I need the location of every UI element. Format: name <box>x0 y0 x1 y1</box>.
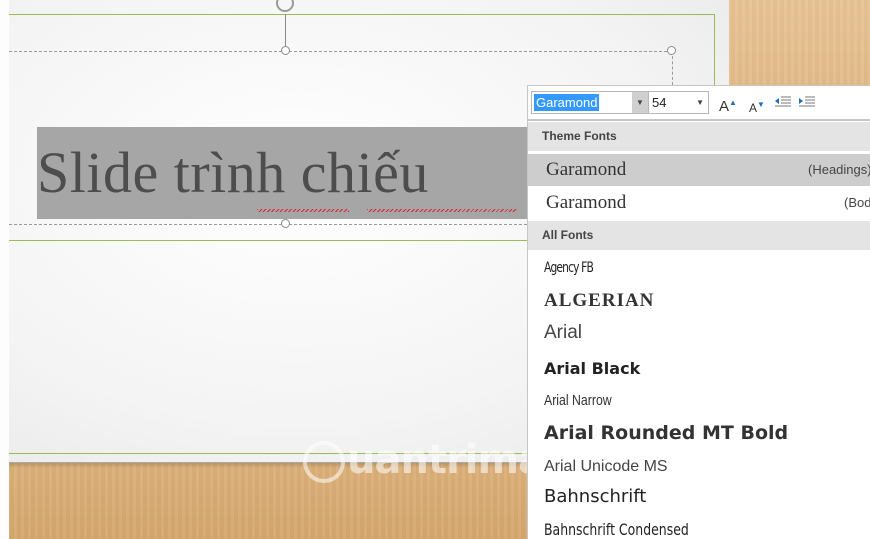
theme-font-name: Garamond <box>546 159 627 180</box>
theme-font-name: Garamond <box>546 192 627 213</box>
shrink-font-label: A <box>749 101 758 115</box>
rotate-stem <box>285 14 286 46</box>
spell-check-underline <box>367 209 517 212</box>
font-item-bahnschrift-condensed[interactable]: Bahnschrift Condensed <box>544 520 689 539</box>
theme-font-headings[interactable]: Garamond (Headings) <box>528 154 870 186</box>
decrease-arrow-icon: ▼ <box>757 100 765 109</box>
increase-arrow-icon: ▲ <box>729 98 737 107</box>
font-size-value[interactable]: 54 <box>652 94 666 111</box>
shrink-font-button[interactable]: A▼ <box>749 94 765 115</box>
font-dropdown-arrow-icon[interactable]: ▼ <box>632 92 648 113</box>
mini-toolbar: Garamond ▼ 54 ▼ A▲ A▼ <box>527 85 870 120</box>
theme-font-body[interactable]: Garamond (Body) <box>528 187 870 219</box>
resize-handle-top-right[interactable] <box>667 46 676 55</box>
font-item-arial-unicode-ms[interactable]: Arial Unicode MS <box>544 458 668 476</box>
decrease-indent-icon[interactable] <box>774 96 792 108</box>
grow-font-button[interactable]: A▲ <box>719 92 737 115</box>
increase-indent-icon[interactable] <box>798 96 816 108</box>
resize-handle-top[interactable] <box>281 46 290 55</box>
font-name-value[interactable]: Garamond <box>534 94 600 111</box>
font-item-arial-black[interactable]: Arial Black <box>544 359 640 378</box>
slide-accent-title-bottom <box>9 240 529 241</box>
font-size-dropdown-arrow-icon[interactable]: ▼ <box>696 92 704 113</box>
theme-font-role: (Body) <box>844 195 870 210</box>
grow-font-label: A <box>719 98 730 115</box>
spell-check-underline <box>257 209 349 212</box>
all-fonts-header: All Fonts <box>528 221 870 250</box>
selection-bottom-edge <box>9 224 527 225</box>
theme-font-role: (Headings) <box>808 162 870 177</box>
font-list-dropdown[interactable]: Theme Fonts Garamond (Headings) Garamond… <box>527 120 870 539</box>
font-size-combobox[interactable]: 54 ▼ <box>649 91 709 114</box>
font-item-bahnschrift[interactable]: Bahnschrift <box>544 486 646 507</box>
font-item-arial-narrow[interactable]: Arial Narrow <box>544 392 612 409</box>
font-item-agency-fb[interactable]: Agency FB <box>544 260 594 276</box>
selection-right-edge <box>672 51 673 85</box>
theme-fonts-header: Theme Fonts <box>528 122 870 151</box>
left-edge <box>0 0 9 539</box>
selection-top-edge <box>9 51 672 52</box>
font-item-arial[interactable]: Arial <box>544 322 582 344</box>
font-name-combobox[interactable]: Garamond ▼ <box>531 91 649 114</box>
watermark-logo-icon <box>303 441 345 483</box>
resize-handle-bottom[interactable] <box>281 219 290 228</box>
font-item-algerian[interactable]: ALGERIAN <box>544 290 654 312</box>
slide-accent-top <box>9 14 715 15</box>
font-item-arial-rounded-mt-bold[interactable]: Arial Rounded MT Bold <box>544 422 788 444</box>
slide-title[interactable]: Slide trình chiếu <box>37 127 429 219</box>
